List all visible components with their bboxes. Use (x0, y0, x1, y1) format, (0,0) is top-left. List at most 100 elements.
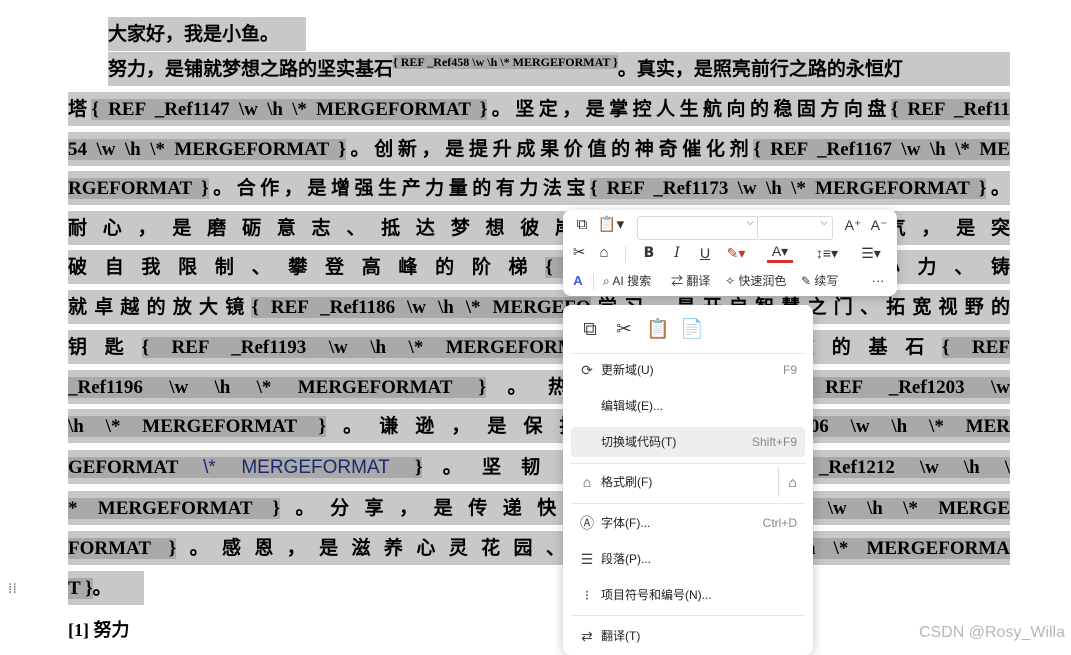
field-code: RGEFORMAT } (68, 178, 209, 199)
menu-item-shortcut: F9 (782, 363, 797, 377)
menu-item-edit-field[interactable]: 编辑域(E)... (571, 391, 805, 421)
body-text: 塔 (68, 98, 92, 120)
field-code: { REF _Ref458 \w \h \* MERGEFORMAT } (393, 55, 618, 69)
document-line[interactable]: 努力，是铺就梦想之路的坚实基石{ REF _Ref458 \w \h \* ME… (108, 52, 1010, 86)
field-code: { REF _Ref1186 \w \h \* MERGEFO (251, 297, 591, 318)
context-menu: ⧉ ✂ 📋 📄 ⟳ 更新域(U) F9 编辑域(E)... 切换域代码(T) S… (563, 305, 813, 655)
drag-handle-icon[interactable]: ⁞⁞ (8, 582, 20, 605)
underline-button[interactable]: U (695, 242, 715, 264)
selected-text-highlight: 54 \w \h \* MERGEFORMAT }。创新，是提升成果价值的神奇催… (68, 132, 1010, 166)
document-line[interactable]: _Ref1196 \w \h \* MERGEFORMAT }。热情，是点料{ … (68, 370, 1010, 404)
menu-item-label: 翻译(T) (601, 629, 641, 643)
divider (593, 274, 594, 290)
menu-item-update-field[interactable]: ⟳ 更新域(U) F9 (571, 355, 805, 385)
translate-label: 翻译 (686, 274, 711, 288)
document-line[interactable]: \h \* MERGEFORMAT }。谦逊，是保持进步心态、ef1206 \w… (68, 409, 1010, 443)
chevron-down-icon: ⌵ (820, 217, 828, 228)
body-text: 大家好，我是小鱼。 (108, 23, 280, 45)
menu-divider (571, 615, 805, 616)
italic-button[interactable]: I (667, 242, 687, 264)
divider (625, 246, 626, 262)
document-page[interactable]: 大家好，我是小鱼。努力，是铺就梦想之路的坚实基石{ REF _Ref458 \w… (0, 0, 1071, 648)
document-line[interactable]: GEFORMAT \* MERGEFORMAT }。坚韧，是面对风REF _Re… (68, 450, 1010, 484)
footnote-reference: [1] 努力 (68, 620, 130, 640)
polish-button[interactable]: ✧ 快速润色 (725, 270, 791, 292)
selected-text-highlight: 钥匙{ REF _Ref1193 \w \h \* MERGEFORMAT }。… (68, 330, 1010, 364)
bullets-icon: ⁝ (584, 587, 590, 603)
document-line[interactable]: * MERGEFORMAT }。分享，是传递快乐与价值、增216 \w \h \… (68, 491, 1010, 525)
more-button[interactable]: ··· (867, 270, 889, 292)
body-text: 。 (92, 577, 112, 599)
chevron-down-icon: ⌵ (746, 217, 754, 228)
field-code: 54 \w \h \* MERGEFORMAT } (68, 139, 346, 160)
menu-divider (571, 353, 805, 354)
field-code: _Ref1196 \w \h \* MERGEFORMAT } (68, 377, 486, 398)
menu-item-label: 格式刷(F) (601, 475, 653, 489)
font-color-icon[interactable]: A▾ (767, 242, 793, 263)
font-size-select[interactable]: ⌵ (757, 216, 833, 240)
menu-item-label: 段落(P)... (601, 552, 651, 566)
selected-text-highlight: RGEFORMAT }。合作，是增强生产力量的有力法宝{ REF _Ref117… (68, 171, 1010, 205)
highlight-icon[interactable]: ✎▾ (723, 242, 749, 264)
field-code: { REF _Ref1147 \w \h \* MERGEFORMAT } (91, 99, 488, 120)
menu-divider (571, 503, 805, 504)
continue-label: 续写 (814, 274, 839, 288)
polish-label: 快速润色 (738, 274, 787, 288)
body-text: 破自我限制、攀登高峰的阶梯 (68, 256, 546, 278)
field-code: { REF _Ref1173 \w \h \* MERGEFORMAT } (590, 178, 987, 199)
wps-ai-icon[interactable]: A (569, 270, 587, 292)
translate-button[interactable]: ⇄ 翻译 (671, 270, 715, 292)
field-code: { REF (941, 337, 1010, 358)
line-spacing-icon[interactable]: ↕≡▾ (813, 242, 841, 264)
refresh-field-icon: ⟳ (581, 362, 593, 378)
menu-item-shortcut: Ctrl+D (762, 516, 797, 530)
cut-icon[interactable]: ✂ (569, 242, 589, 264)
copy-icon[interactable]: ⧉ (571, 214, 593, 236)
document-line[interactable]: T }。 (68, 571, 144, 605)
continue-writing-button[interactable]: ✎ 续写 (801, 270, 845, 292)
paste-text-icon[interactable]: 📄 (679, 317, 705, 343)
document-line[interactable]: 塔{ REF _Ref1147 \w \h \* MERGEFORMAT }。坚… (68, 92, 1010, 126)
ai-search-button[interactable]: ⌕ AI 搜索 (603, 270, 661, 292)
menu-item-toggle-field-codes[interactable]: 切换域代码(T) Shift+F9 (571, 427, 805, 457)
menu-item-paragraph[interactable]: ☰ 段落(P)... (571, 544, 805, 574)
menu-item-translate[interactable]: ⇄ 翻译(T) (571, 621, 805, 651)
ai-search-label: AI 搜索 (612, 274, 652, 288)
menu-divider (571, 463, 805, 464)
shrink-font-button[interactable]: A⁻ (869, 214, 889, 236)
bold-button[interactable]: B (639, 242, 659, 264)
selected-text-highlight: FORMAT }。感恩，是滋养心灵花园、让生活更美好的h \* MERGEFOR… (68, 531, 1010, 565)
grow-font-button[interactable]: A⁺ (843, 214, 863, 236)
pen-icon: ✎ (801, 274, 812, 288)
document-line[interactable]: 大家好，我是小鱼。 (108, 17, 306, 51)
font-name-select[interactable]: ⌵ (637, 216, 759, 240)
format-painter-icon[interactable]: ⌂ (593, 242, 615, 264)
document-line[interactable]: RGEFORMAT }。合作，是增强生产力量的有力法宝{ REF _Ref117… (68, 171, 1010, 205)
field-code: h \* MERGEFORMA (804, 538, 1010, 559)
copy-icon[interactable]: ⧉ (577, 317, 603, 343)
field-code: { REF _Ref1203 \w (791, 377, 1010, 398)
paste-icon[interactable]: 📋▾ (597, 214, 625, 236)
paste-icon[interactable]: 📋 (645, 317, 671, 343)
menu-item-label: 字体(F)... (601, 516, 651, 530)
align-icon[interactable]: ☰▾ (857, 242, 885, 264)
format-painter-pin-icon[interactable]: ⌂ (777, 467, 797, 497)
body-text: 。真实，是照亮前行之路的永恒灯 (617, 58, 903, 80)
field-code: \h \* MERGEFORMAT } (68, 416, 327, 437)
menu-item-font[interactable]: Ⓐ 字体(F)... Ctrl+D (571, 508, 805, 538)
selected-text-highlight: 大家好，我是小鱼。 (108, 17, 306, 51)
body-text: 。 (986, 177, 1010, 199)
field-code: 216 \w \h \* MERGE (778, 498, 1010, 519)
menu-item-format-painter[interactable]: ⌂ 格式刷(F) ⌂ (571, 467, 805, 497)
format-painter-icon: ⌂ (582, 474, 592, 490)
paragraph-icon: ☰ (580, 551, 594, 567)
cut-icon[interactable]: ✂ (611, 317, 637, 343)
document-line[interactable]: 钥匙{ REF _Ref1193 \w \h \* MERGEFORMAT }。… (68, 330, 1010, 364)
document-line[interactable]: 54 \w \h \* MERGEFORMAT }。创新，是提升成果价值的神奇催… (68, 132, 1010, 166)
menu-item-bullets-numbering[interactable]: ⁝ 项目符号和编号(N)... (571, 580, 805, 610)
menu-item-label: 项目符号和编号(N)... (601, 588, 712, 602)
selected-text-highlight: 努力，是铺就梦想之路的坚实基石{ REF _Ref458 \w \h \* ME… (108, 52, 1010, 86)
menu-item-label: 切换域代码(T) (601, 435, 677, 449)
document-line[interactable]: FORMAT }。感恩，是滋养心灵花园、让生活更美好的h \* MERGEFOR… (68, 531, 1010, 565)
font-icon: Ⓐ (580, 515, 594, 531)
